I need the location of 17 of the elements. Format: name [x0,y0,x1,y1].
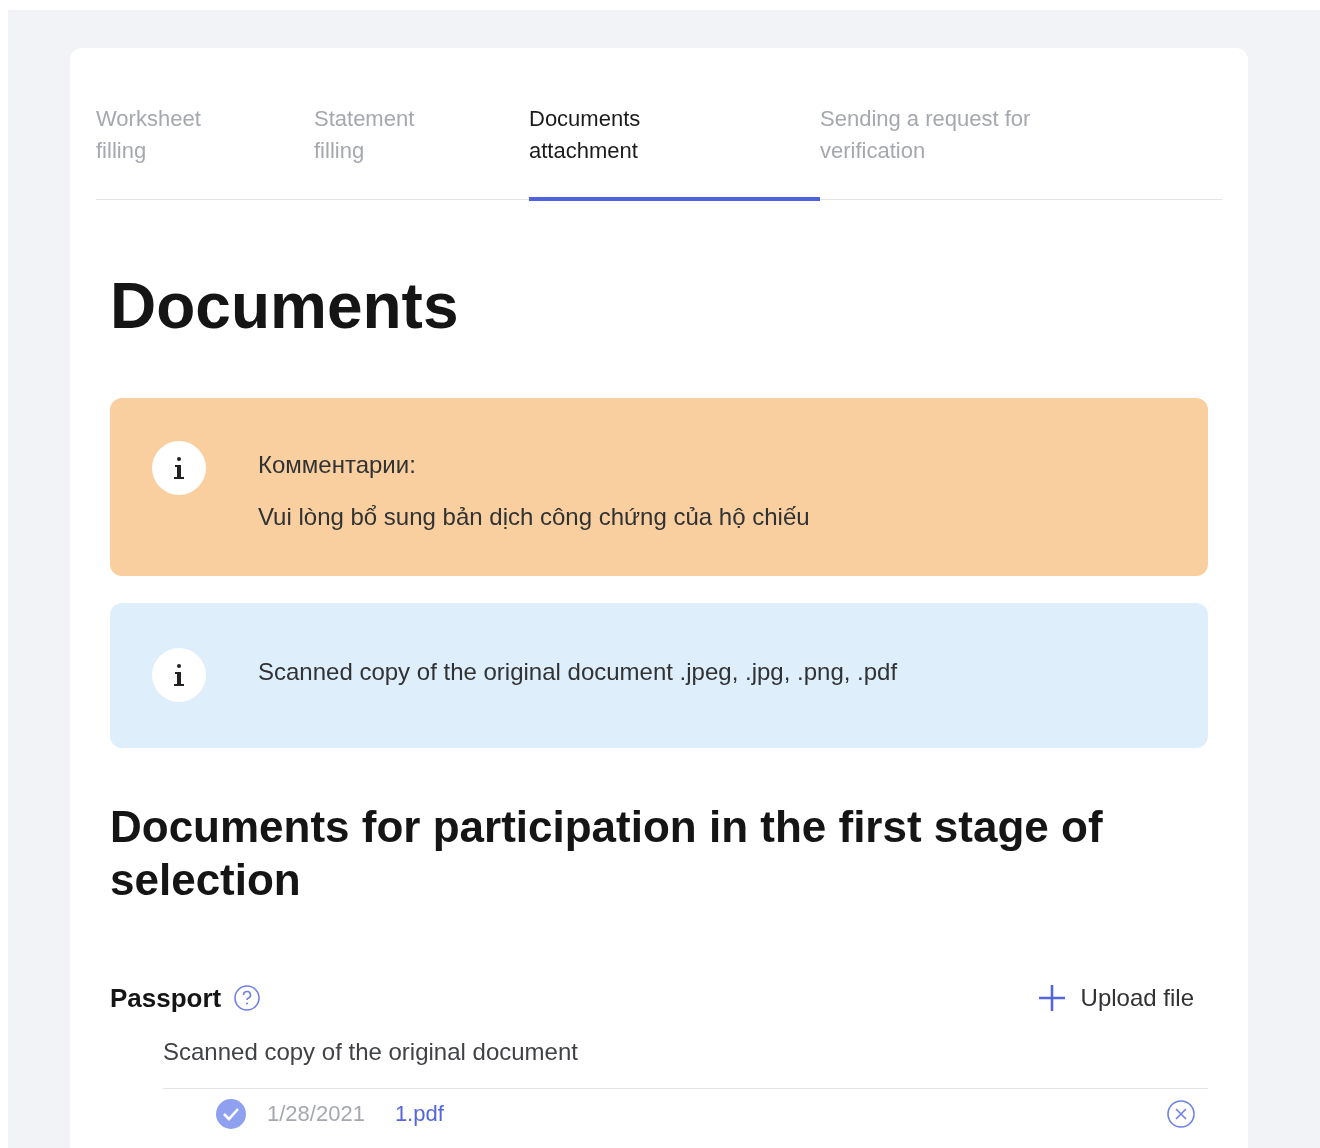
page-title: Documents [110,274,460,338]
plus-icon [1036,983,1067,1014]
document-description: Scanned copy of the original document [163,1033,1208,1089]
file-date: 1/28/2021 [267,1102,365,1125]
notice-text: Комментарии: [258,450,417,480]
help-icon[interactable] [233,984,262,1013]
step-tab[interactable]: Documents attachment [529,103,820,201]
check-icon [215,1097,247,1130]
info-icon [152,648,206,702]
remove-icon[interactable] [1166,1098,1196,1129]
document-name: Passport [110,981,222,1015]
notice-text: Vui lòng bổ sung bản dịch công chứng của hộ chiếu [258,502,810,532]
notice-text: Scanned copy of the original document .jpeg, .jpg, .png, .pdf [258,657,898,687]
upload-file-button[interactable]: Upload file [1036,980,1194,1017]
info-icon [152,441,206,495]
file-link[interactable]: 1.pdf [394,1102,444,1125]
section-title: Documents for participation in the first stage of selection [110,801,1104,906]
